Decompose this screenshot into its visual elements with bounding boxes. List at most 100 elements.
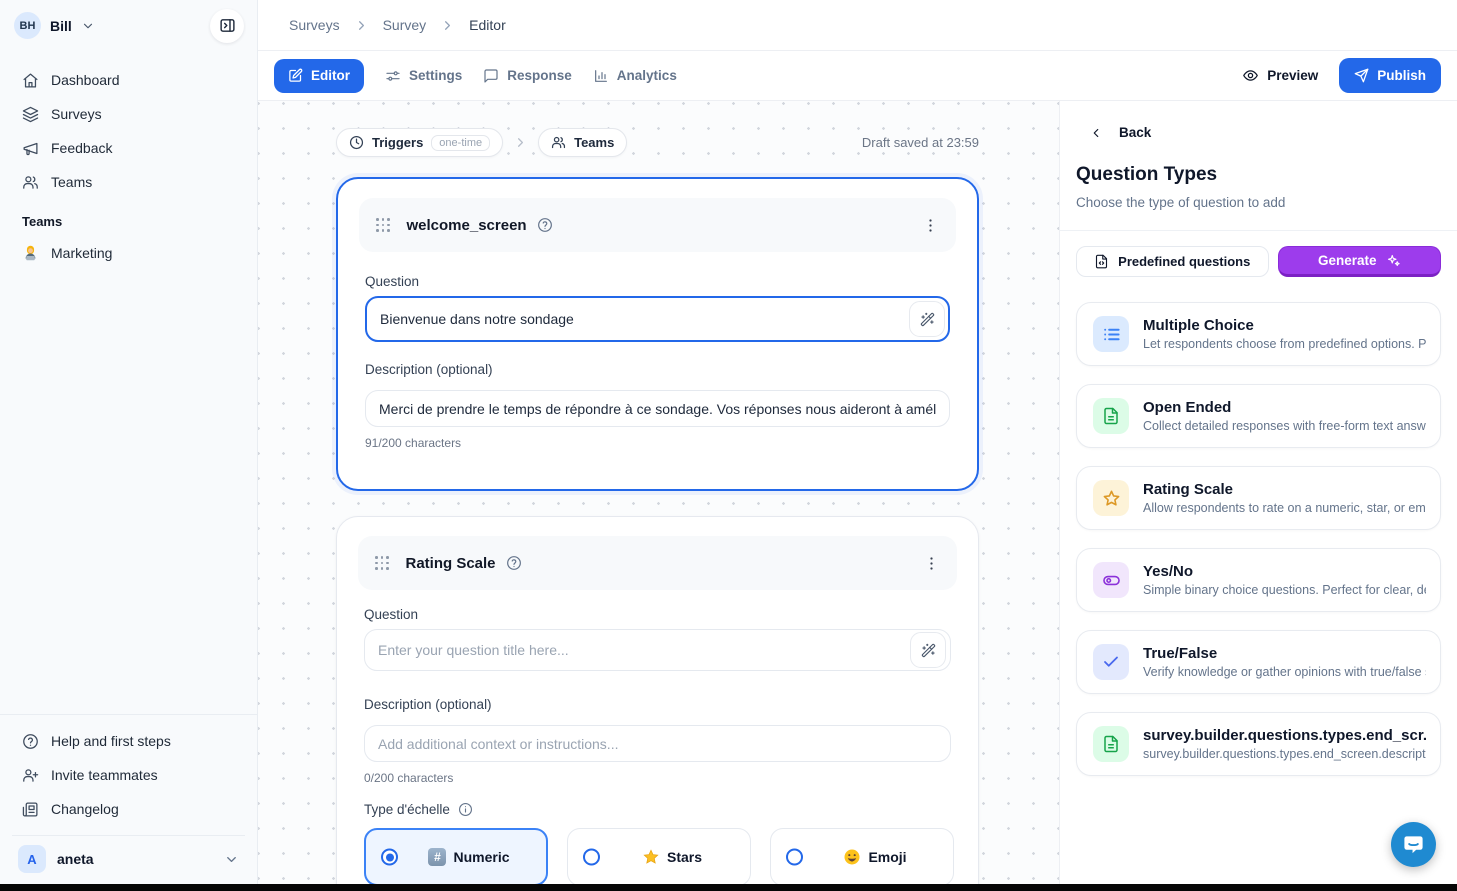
tab-analytics[interactable]: Analytics [593, 68, 677, 84]
description-input-wrap [364, 725, 951, 762]
workspace-name: Bill [50, 18, 72, 34]
radio-unchecked[interactable] [583, 849, 600, 866]
card-header: welcome_screen [359, 198, 956, 252]
tab-label: Editor [311, 68, 350, 83]
editor-toolbar: Editor Settings Response Analytics Previ… [258, 51, 1457, 101]
workspace-switcher[interactable]: BH Bill [14, 12, 95, 39]
sidebar-item-team-marketing[interactable]: Marketing [12, 236, 245, 270]
team-label: Marketing [51, 245, 112, 261]
type-card-true-false[interactable]: True/False Verify knowledge or gather op… [1076, 630, 1441, 694]
help-circle-icon[interactable] [506, 555, 522, 571]
description-label: Description (optional) [364, 696, 951, 713]
chevron-left-icon [1089, 126, 1103, 140]
panel-toggle-icon [219, 17, 236, 34]
sidebar-item-invite[interactable]: Invite teammates [12, 758, 245, 792]
file-text-icon [1093, 398, 1129, 434]
scale-type-label: Type d'échelle [364, 802, 450, 817]
sparkles-icon [1386, 253, 1401, 268]
triggers-chip[interactable]: Triggers one-time [336, 128, 503, 157]
type-card-open-ended[interactable]: Open Ended Collect detailed responses wi… [1076, 384, 1441, 448]
star-emoji-icon [642, 848, 660, 866]
type-name: survey.builder.questions.types.end_scr..… [1143, 727, 1426, 744]
question-input-wrap [365, 296, 950, 342]
drag-handle-icon[interactable] [376, 218, 390, 232]
account-menu[interactable]: A aneta [12, 845, 245, 873]
drag-handle-icon[interactable] [375, 556, 389, 570]
radio-unchecked[interactable] [786, 849, 803, 866]
scale-option-numeric[interactable]: # Numeric [364, 828, 548, 884]
sidebar-item-surveys[interactable]: Surveys [12, 97, 245, 131]
check-icon [1093, 644, 1129, 680]
breadcrumb-survey[interactable]: Survey [383, 17, 427, 33]
back-button[interactable]: Back [1089, 125, 1151, 140]
predefined-questions-button[interactable]: Predefined questions [1076, 246, 1269, 277]
sidebar-item-label: Help and first steps [51, 733, 171, 749]
layers-icon [22, 106, 39, 123]
ai-rewrite-button[interactable] [909, 301, 945, 337]
chevron-right-icon [513, 135, 528, 150]
account-section: A aneta [12, 835, 245, 884]
breadcrumb-surveys[interactable]: Surveys [289, 17, 340, 33]
description-input-wrap [365, 390, 950, 427]
radio-checked[interactable] [381, 849, 398, 866]
chevron-right-icon [354, 18, 369, 33]
sidebar-item-teams[interactable]: Teams [12, 165, 245, 199]
predefined-label: Predefined questions [1118, 254, 1250, 269]
tab-settings[interactable]: Settings [385, 68, 462, 84]
users-icon [551, 135, 566, 150]
question-card-rating-scale[interactable]: Rating Scale Question Description (optio… [336, 516, 979, 884]
toolbar-actions: Preview Publish [1242, 58, 1441, 93]
option-label: Numeric [453, 849, 509, 865]
generate-button[interactable]: Generate [1278, 246, 1441, 277]
workspace-avatar: BH [14, 12, 41, 39]
question-description-input[interactable] [364, 725, 951, 762]
newspaper-icon [22, 801, 39, 818]
send-icon [1354, 68, 1369, 83]
panel-title: Question Types [1076, 164, 1217, 186]
option-content: Emoji [843, 848, 906, 866]
question-title-input[interactable] [365, 296, 950, 342]
file-text-icon [1093, 726, 1129, 762]
info-icon[interactable] [458, 802, 473, 817]
numeric-keycap-icon: # [428, 848, 446, 866]
help-circle-icon[interactable] [537, 217, 553, 233]
type-card-end-screen[interactable]: survey.builder.questions.types.end_scr..… [1076, 712, 1441, 776]
type-card-yes-no[interactable]: Yes/No Simple binary choice questions. P… [1076, 548, 1441, 612]
teams-chip-label: Teams [574, 135, 614, 150]
tab-editor[interactable]: Editor [274, 59, 364, 93]
eye-icon [1242, 67, 1259, 84]
preview-button[interactable]: Preview [1242, 67, 1318, 84]
type-desc: Simple binary choice questions. Perfect … [1143, 583, 1426, 597]
sidebar-item-changelog[interactable]: Changelog [12, 792, 245, 826]
toggle-icon [1093, 562, 1129, 598]
megaphone-icon [22, 140, 39, 157]
card-body: Question Description (optional) 0/200 ch… [337, 606, 978, 884]
tab-label: Response [507, 68, 572, 83]
tab-response[interactable]: Response [483, 68, 572, 84]
question-card-welcome-screen[interactable]: welcome_screen Question Description (opt… [336, 177, 979, 491]
type-texts: Open Ended Collect detailed responses wi… [1143, 399, 1426, 433]
publish-button[interactable]: Publish [1339, 58, 1441, 93]
question-title-input[interactable] [364, 629, 951, 671]
question-description-input[interactable] [365, 390, 950, 427]
sidebar-item-dashboard[interactable]: Dashboard [12, 63, 245, 97]
teams-chip[interactable]: Teams [538, 128, 627, 157]
scale-option-stars[interactable]: Stars [567, 828, 751, 884]
sidebar-item-feedback[interactable]: Feedback [12, 131, 245, 165]
type-desc: Let respondents choose from predefined o… [1143, 337, 1426, 351]
sidebar-collapse-button[interactable] [210, 9, 244, 43]
more-menu-icon[interactable] [923, 555, 940, 572]
type-card-multiple-choice[interactable]: Multiple Choice Let respondents choose f… [1076, 302, 1441, 366]
panel-subtitle: Choose the type of question to add [1076, 195, 1285, 210]
users-icon [22, 174, 39, 191]
chat-launcher-button[interactable] [1391, 822, 1436, 867]
more-menu-icon[interactable] [922, 217, 939, 234]
card-body: Question Description (optional) 91/200 c… [338, 273, 977, 450]
type-name: Open Ended [1143, 399, 1426, 416]
option-content: Stars [642, 848, 702, 866]
sidebar-item-help[interactable]: Help and first steps [12, 724, 245, 758]
type-card-rating-scale[interactable]: Rating Scale Allow respondents to rate o… [1076, 466, 1441, 530]
ai-rewrite-button[interactable] [910, 632, 946, 668]
scale-option-emoji[interactable]: Emoji [770, 828, 954, 884]
option-label: Stars [667, 849, 702, 865]
